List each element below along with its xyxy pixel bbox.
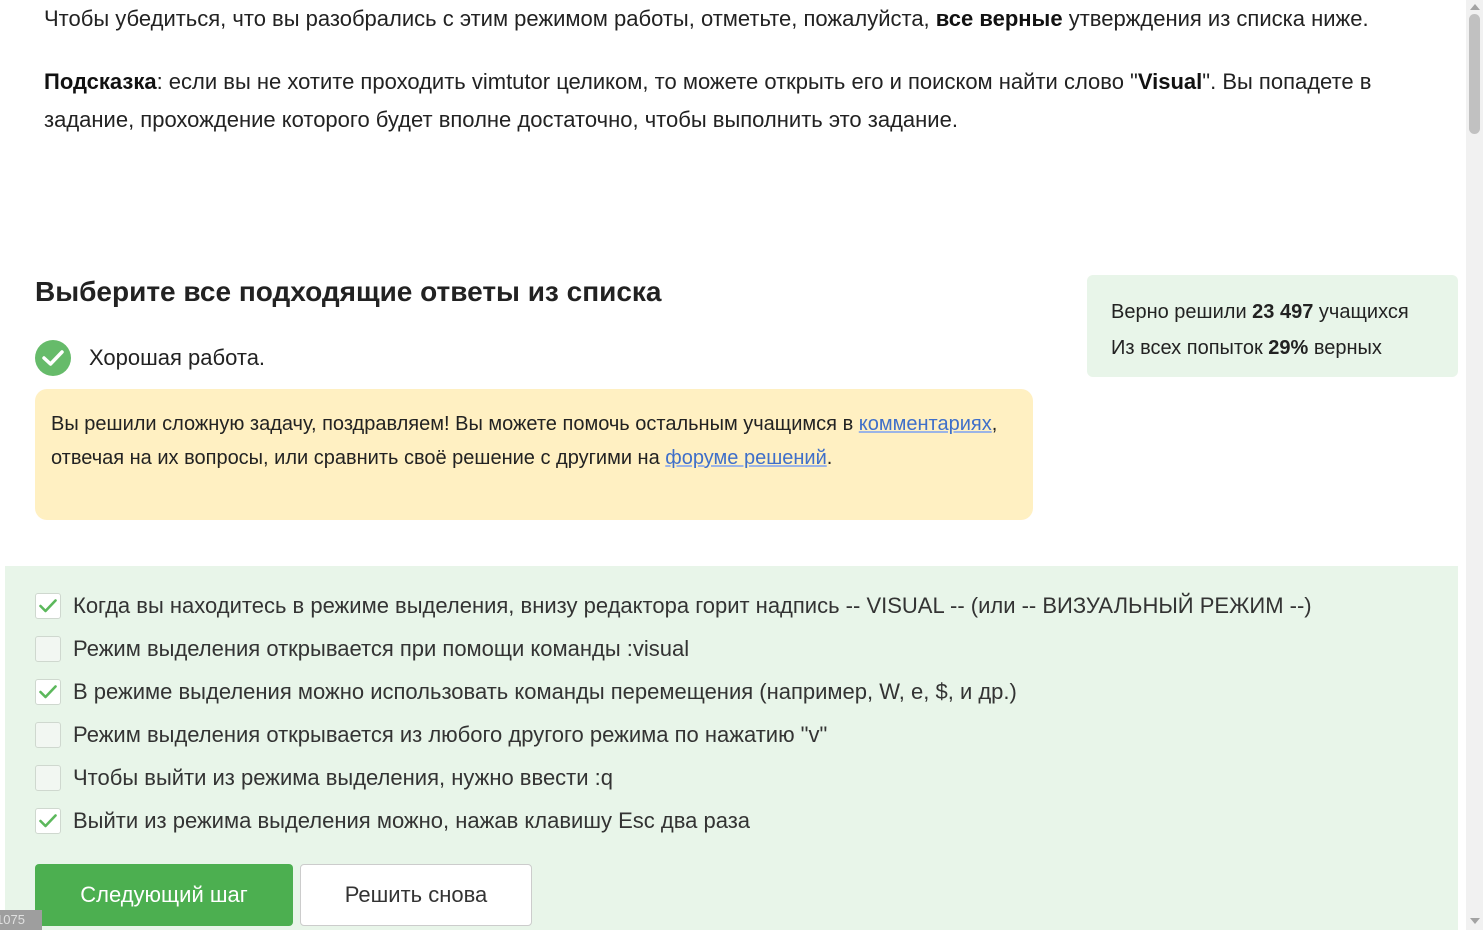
- success-check-icon: [35, 340, 71, 376]
- option-label: Чтобы выйти из режима выделения, нужно в…: [73, 765, 613, 790]
- option-label: Когда вы находитесь в режиме выделения, …: [73, 593, 1312, 618]
- success-rate-line: Из всех попыток 29% верных: [1111, 330, 1458, 366]
- answer-option[interactable]: Когда вы находитесь в режиме выделения, …: [35, 593, 1312, 619]
- checkbox-checked[interactable]: [35, 808, 61, 834]
- scroll-up-arrow-icon[interactable]: [1470, 4, 1480, 10]
- task-description: Чтобы убедиться, что вы разобрались с эт…: [44, 0, 1424, 139]
- rate-label-suffix: верных: [1308, 337, 1382, 359]
- answer-option[interactable]: Чтобы выйти из режима выделения, нужно в…: [35, 765, 613, 791]
- next-step-button[interactable]: Следующий шаг: [35, 864, 293, 926]
- comments-link[interactable]: комментариях: [859, 413, 992, 435]
- quiz-title: Выберите все подходящие ответы из списка: [35, 276, 662, 307]
- scrollbar-thumb[interactable]: [1469, 14, 1480, 134]
- stats-label-suffix: учащихся: [1313, 301, 1409, 323]
- checkbox-unchecked[interactable]: [35, 722, 61, 748]
- stats-panel: Верно решили 23 497 учащихся Из всех поп…: [1087, 275, 1458, 377]
- stats-label: Верно решили: [1111, 301, 1253, 323]
- checkbox-checked[interactable]: [35, 593, 61, 619]
- success-rate: 29%: [1268, 337, 1309, 359]
- intro-bold-text: все верные: [935, 6, 1063, 31]
- answer-option[interactable]: Выйти из режима выделения можно, нажав к…: [35, 808, 750, 834]
- option-label: Режим выделения открывается из любого др…: [73, 722, 828, 747]
- answer-option[interactable]: В режиме выделения можно использовать ко…: [35, 679, 1017, 705]
- hint-keyword: Visual: [1137, 69, 1203, 94]
- hint-paragraph: Подсказка: если вы не хотите проходить v…: [44, 63, 1424, 139]
- answers-panel: Когда вы находитесь в режиме выделения, …: [5, 566, 1458, 930]
- intro-text: Чтобы убедиться, что вы разобрались с эт…: [44, 6, 936, 31]
- result-status: Хорошая работа.: [35, 340, 265, 376]
- solved-count-line: Верно решили 23 497 учащихся: [1111, 294, 1458, 330]
- hint-text: : если вы не хотите проходить vimtutor ц…: [156, 69, 1138, 94]
- congrats-text: Вы решили сложную задачу, поздравляем! В…: [51, 413, 859, 435]
- corner-badge: 1075: [0, 910, 42, 930]
- answer-option[interactable]: Режим выделения открывается при помощи к…: [35, 636, 689, 662]
- vertical-scrollbar[interactable]: [1466, 0, 1483, 930]
- congrats-notice: Вы решили сложную задачу, поздравляем! В…: [35, 389, 1033, 520]
- scroll-down-arrow-icon[interactable]: [1470, 918, 1480, 924]
- option-label: Режим выделения открывается при помощи к…: [73, 636, 690, 661]
- checkbox-unchecked[interactable]: [35, 636, 61, 662]
- checkbox-checked[interactable]: [35, 679, 61, 705]
- result-message: Хорошая работа.: [89, 345, 266, 370]
- intro-text-end: утверждения из списка ниже.: [1062, 6, 1369, 31]
- solved-count: 23 497: [1252, 301, 1314, 323]
- congrats-text-end: .: [826, 447, 833, 469]
- solutions-forum-link[interactable]: форуме решений: [665, 447, 826, 469]
- option-label: В режиме выделения можно использовать ко…: [73, 679, 1017, 704]
- answer-option[interactable]: Режим выделения открывается из любого др…: [35, 722, 827, 748]
- retry-button[interactable]: Решить снова: [300, 864, 532, 926]
- hint-label: Подсказка: [44, 69, 157, 94]
- intro-paragraph: Чтобы убедиться, что вы разобрались с эт…: [44, 0, 1424, 38]
- option-label: Выйти из режима выделения можно, нажав к…: [73, 808, 751, 833]
- page: Чтобы убедиться, что вы разобрались с эт…: [0, 0, 1483, 930]
- rate-label: Из всех попыток: [1111, 337, 1269, 359]
- checkbox-unchecked[interactable]: [35, 765, 61, 791]
